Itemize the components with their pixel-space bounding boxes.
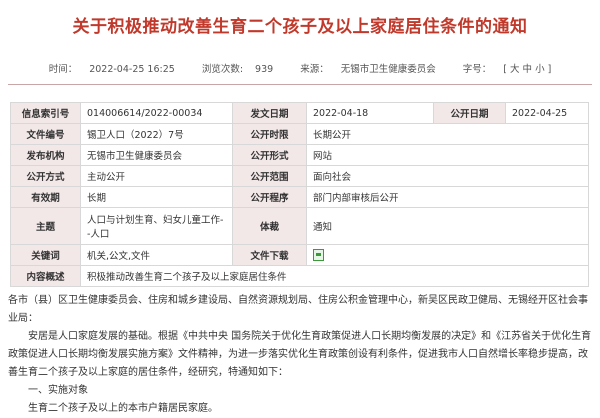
recipients-line: 各市（县）区卫生健康委员会、住房和城乡建设局、自然资源规划局、住房公积金管理中心… <box>8 295 588 324</box>
info-value: 2022-04-25 <box>505 102 589 124</box>
info-value: 锡卫人口（2022）7号 <box>80 123 233 145</box>
info-label: 文件下载 <box>232 244 307 266</box>
section-heading: 一、实施对象 <box>28 385 88 396</box>
article-source: 来源： 无锡市卫生健康委员会 <box>300 64 436 75</box>
info-value: 无锡市卫生健康委员会 <box>80 144 233 166</box>
table-row: 信息索引号 014006614/2022-00034 发文日期 2022-04-… <box>10 102 589 124</box>
info-value: 2022-04-18 <box>306 102 434 124</box>
info-label: 公开范围 <box>232 165 307 187</box>
info-label: 体裁 <box>232 207 307 245</box>
info-label: 公开程序 <box>232 186 307 208</box>
info-label: 公开形式 <box>232 144 307 166</box>
info-label: 文件编号 <box>10 123 81 145</box>
info-value: 人口与计划生育、妇女儿童工作--人口 <box>80 207 233 245</box>
table-row: 公开方式 主动公开 公开范围 面向社会 <box>10 165 589 187</box>
view-count: 浏览次数: 939 <box>201 64 274 75</box>
article-body: 各市（县）区卫生健康委员会、住房和城乡建设局、自然资源规划局、住房公积金管理中心… <box>8 292 594 418</box>
info-value: 通知 <box>306 207 589 245</box>
info-label: 发文日期 <box>232 102 307 124</box>
info-label: 公开方式 <box>10 165 81 187</box>
info-value: 网站 <box>306 144 589 166</box>
table-row: 内容概述 积极推动改善生育二个孩子及以上家庭居住条件 <box>10 265 589 287</box>
table-row: 发布机构 无锡市卫生健康委员会 公开形式 网站 <box>10 144 589 166</box>
info-value: 面向社会 <box>306 165 589 187</box>
body-paragraph: 生育二个孩子及以上的本市户籍居民家庭。 <box>28 403 218 414</box>
publish-time: 时间： 2022-04-25 16:25 <box>48 64 175 75</box>
document-info-table: 信息索引号 014006614/2022-00034 发文日期 2022-04-… <box>10 102 589 287</box>
table-row: 关键词 机关,公文,文件 文件下载 <box>10 244 589 266</box>
download-cell <box>306 244 589 266</box>
page-title: 关于积极推动改善生育二个孩子及以上家庭居住条件的通知 <box>72 17 528 37</box>
info-label: 信息索引号 <box>10 102 81 124</box>
info-value: 长期 <box>80 186 233 208</box>
table-row: 主题 人口与计划生育、妇女儿童工作--人口 体裁 通知 <box>10 207 589 245</box>
info-label: 关键词 <box>10 244 81 266</box>
table-row: 文件编号 锡卫人口（2022）7号 公开时限 长期公开 <box>10 123 589 145</box>
info-label: 有效期 <box>10 186 81 208</box>
body-paragraph: 安居是人口家庭发展的基础。根据《中共中央 国务院关于优化生育政策促进人口长期均衡… <box>8 331 592 378</box>
file-download-icon[interactable] <box>313 249 324 261</box>
info-value: 部门内部审核后公开 <box>306 186 589 208</box>
title-divider <box>8 84 592 85</box>
info-value: 主动公开 <box>80 165 233 187</box>
info-label: 发布机构 <box>10 144 81 166</box>
info-value: 长期公开 <box>306 123 589 145</box>
font-size-options[interactable]: [ 大 中 小 ] <box>503 64 551 75</box>
article-meta: 时间： 2022-04-25 16:25 浏览次数: 939 来源： 无锡市卫生健康委… <box>0 61 600 75</box>
table-row: 有效期 长期 公开程序 部门内部审核后公开 <box>10 186 589 208</box>
info-label: 内容概述 <box>10 265 81 287</box>
info-label: 公开时限 <box>232 123 307 145</box>
info-value: 积极推动改善生育二个孩子及以上家庭居住条件 <box>80 265 589 287</box>
font-size-control: 字号：[ 大 中 小 ] <box>462 64 552 75</box>
info-label: 公开日期 <box>433 102 506 124</box>
info-value: 机关,公文,文件 <box>80 244 233 266</box>
info-label: 主题 <box>10 207 81 245</box>
info-value: 014006614/2022-00034 <box>80 102 233 124</box>
